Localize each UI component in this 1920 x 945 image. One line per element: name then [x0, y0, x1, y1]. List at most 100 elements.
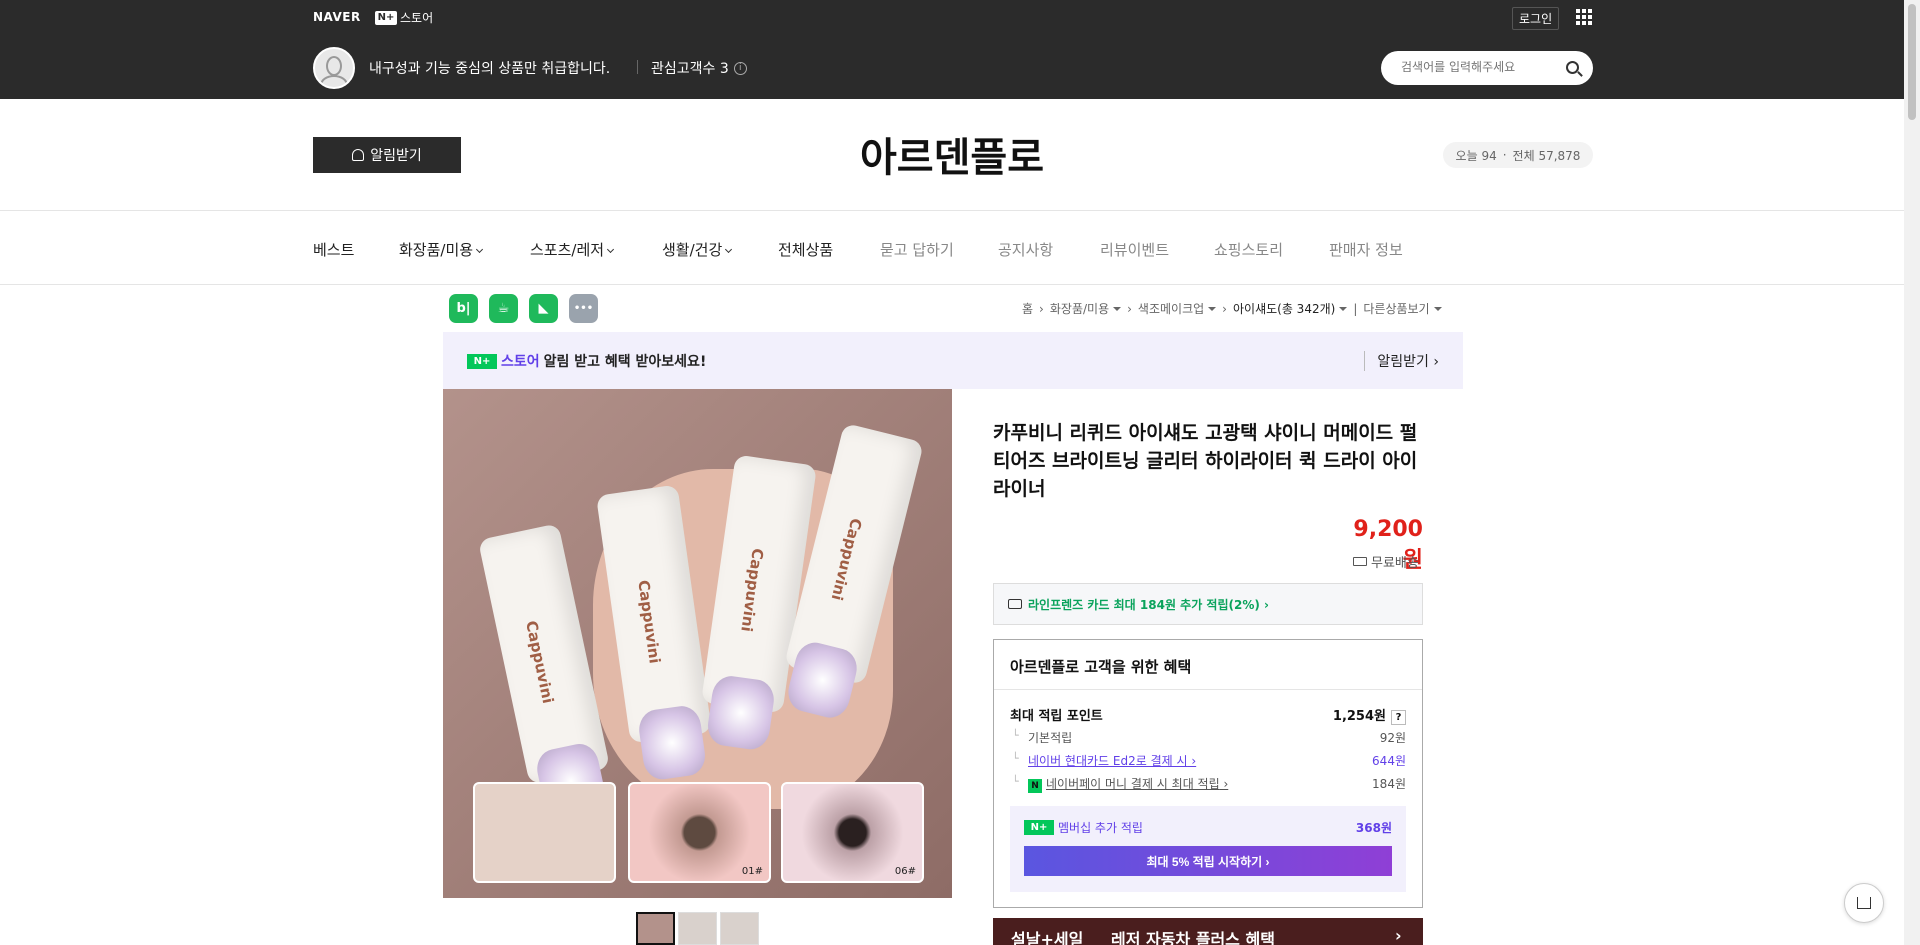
bell-icon [352, 149, 365, 161]
thumbnail-2[interactable] [678, 912, 717, 945]
breadcrumb-label: 색조메이크업 [1137, 302, 1205, 316]
max-points-label: 최대 적립 포인트 [1010, 709, 1103, 724]
pay-points-row: N 네이버페이 머니 결제 시 최대 적립 › 184원 [1010, 775, 1406, 793]
dropdown-caret-icon [1433, 307, 1442, 311]
page-scrollbar[interactable] [1904, 0, 1920, 945]
npay-icon: N [1028, 779, 1042, 793]
nav-item-living[interactable]: 생활/건강 [662, 239, 733, 260]
thumbnail-3[interactable] [720, 912, 759, 945]
banner-text: N+ 스토어 알림 받고 혜택 받아보세요! [467, 351, 706, 371]
share-icon [1857, 897, 1871, 909]
chevron-down-icon [725, 245, 733, 254]
membership-label: N+ 멤버십 추가 적립 [1024, 819, 1143, 836]
divider [994, 689, 1422, 690]
card-icon [1008, 599, 1022, 609]
info-icon[interactable]: i [733, 61, 747, 75]
shipping-label: 무료배송 [1371, 556, 1419, 571]
nav-label: 스포츠/레저 [530, 241, 605, 259]
notify-button[interactable]: 알림받기 [313, 137, 461, 173]
promo-banner[interactable]: 설날+세일 레저 자동차 플러스 혜택 › [993, 918, 1423, 945]
basic-points-label: 기본적립 [1028, 731, 1073, 745]
promo-arrow-icon: › [1395, 926, 1402, 945]
fans-count-label: 관심고객수 3 [651, 61, 729, 77]
nav-item-best[interactable]: 베스트 [313, 239, 354, 260]
cafe-share-icon[interactable]: ☕ [489, 294, 518, 323]
bottle-1: Cappuvini [477, 523, 611, 822]
nstore-logo[interactable]: N+ 스토어 [375, 9, 433, 26]
thumbnail-1[interactable] [636, 912, 675, 945]
store-profile-avatar[interactable] [313, 47, 355, 89]
dropdown-caret-icon [1208, 307, 1217, 311]
nav-item-notice[interactable]: 공지사항 [998, 239, 1053, 260]
breadcrumb-other[interactable]: 다른상품보기 [1363, 300, 1442, 317]
inset-swatch-1 [473, 782, 616, 883]
fans-count[interactable]: 관심고객수 3 i [651, 58, 747, 78]
breadcrumb-label: 다른상품보기 [1363, 302, 1430, 316]
nav-item-all-products[interactable]: 전체상품 [778, 239, 833, 260]
scrollbar-thumb[interactable] [1908, 4, 1916, 120]
breadcrumb: 홈 › 화장품/미용 › 색조메이크업 › 아이섀도(총 342개) | 다른상… [1022, 300, 1442, 317]
chevron-down-icon [607, 245, 615, 254]
search-box [1381, 51, 1593, 85]
store-header: 아르덴플로 알림받기 오늘 94 · 전체 57,878 [0, 99, 1904, 211]
nplus-badge: N+ [467, 353, 497, 369]
notify-banner: N+ 스토어 알림 받고 혜택 받아보세요! 알림받기 › [443, 332, 1463, 389]
truck-icon [1353, 557, 1367, 566]
nav-label: 전체상품 [778, 241, 834, 259]
benefit-box: 아르덴플로 고객을 위한 혜택 최대 적립 포인트 1,254원? 기본적립 9… [993, 639, 1423, 908]
nav-item-review-event[interactable]: 리뷰이벤트 [1100, 239, 1169, 260]
inset-label: 06# [894, 866, 916, 877]
nav-label: 생활/건강 [662, 241, 723, 259]
membership-start-button[interactable]: 최대 5% 적립 시작하기 › [1024, 846, 1392, 876]
nav-label: 쇼핑스토리 [1214, 241, 1284, 259]
category-nav: 베스트 화장품/미용 스포츠/레저 생활/건강 전체상품 묻고 답하기 공지사항… [0, 211, 1904, 285]
max-points-value: 1,254원? [1333, 705, 1406, 725]
breadcrumb-cat1[interactable]: 화장품/미용 [1050, 300, 1122, 317]
membership-label-text: 멤버십 추가 적립 [1058, 821, 1143, 835]
naver-logo[interactable]: NAVER [313, 10, 361, 24]
thumbnail-strip [636, 912, 759, 945]
product-main-image[interactable]: Cappuvini Cappuvini Cappuvini Cappuvini … [443, 389, 952, 898]
apps-grid-icon[interactable] [1576, 9, 1592, 25]
banner-notify-link[interactable]: 알림받기 › [1364, 351, 1439, 371]
max-points-amount: 1,254원 [1332, 709, 1386, 724]
nav-label: 화장품/미용 [399, 241, 474, 259]
nav-item-cosmetics[interactable]: 화장품/미용 [399, 239, 484, 260]
benefit-title: 아르덴플로 고객을 위한 혜택 [1010, 658, 1192, 676]
search-icon[interactable] [1566, 61, 1579, 74]
nav-item-seller-info[interactable]: 판매자 정보 [1329, 239, 1403, 260]
nav-item-sports[interactable]: 스포츠/레저 [530, 239, 615, 260]
more-share-icon[interactable]: ••• [569, 294, 598, 323]
breadcrumb-label: 아이섀도(총 342개) [1232, 302, 1336, 316]
search-input[interactable] [1399, 59, 1559, 75]
inset-swatch-2: 01# [628, 782, 771, 883]
store-intro-text: 내구성과 기능 중심의 상품만 취급합니다. [369, 61, 611, 77]
max-points-row: 최대 적립 포인트 1,254원? [1010, 705, 1406, 725]
breadcrumb-home[interactable]: 홈 [1022, 300, 1033, 317]
blog-share-icon[interactable]: ◣ [529, 294, 558, 323]
nav-item-qna[interactable]: 묻고 답하기 [880, 239, 954, 260]
floating-share-button[interactable] [1844, 883, 1884, 923]
product-title: 카푸비니 리퀴드 아이섀도 고광택 샤이니 머메이드 펄 티어즈 브라이트닝 글… [993, 422, 1418, 500]
card-points-link[interactable]: 네이버 현대카드 Ed2로 결제 시 › [1028, 754, 1196, 768]
nplus-badge: N+ [1024, 820, 1054, 835]
breadcrumb-sep: › [1039, 301, 1044, 316]
card-offer[interactable]: 라인프렌즈 카드 최대 184원 추가 적립(2%) › [993, 583, 1423, 625]
store-name[interactable]: 아르덴플로 [0, 125, 1904, 183]
dot-separator: · [1502, 148, 1507, 162]
brand-label: Cappuvini [737, 547, 767, 633]
inset-swatch-3: 06# [781, 782, 924, 883]
card-offer-text: 라인프렌즈 카드 최대 184원 추가 적립(2%) › [1028, 597, 1269, 612]
login-button[interactable]: 로그인 [1512, 7, 1560, 30]
breadcrumb-cat2[interactable]: 색조메이크업 [1137, 300, 1217, 317]
help-icon[interactable]: ? [1391, 710, 1406, 725]
band-share-icon[interactable]: b| [449, 294, 478, 323]
breadcrumb-cat3[interactable]: 아이섀도(총 342개) [1232, 300, 1348, 317]
nav-item-shopping-story[interactable]: 쇼핑스토리 [1214, 239, 1283, 260]
visits-total: 전체 57,878 [1512, 148, 1581, 163]
pay-points-link[interactable]: 네이버페이 머니 결제 시 최대 적립 › [1046, 777, 1228, 791]
brand-label: Cappuvini [827, 516, 866, 603]
membership-value: 368원 [1355, 821, 1392, 835]
promo-left-text: 설날+세일 [1011, 930, 1084, 945]
shipping-info: 무료배송 [1353, 552, 1419, 571]
